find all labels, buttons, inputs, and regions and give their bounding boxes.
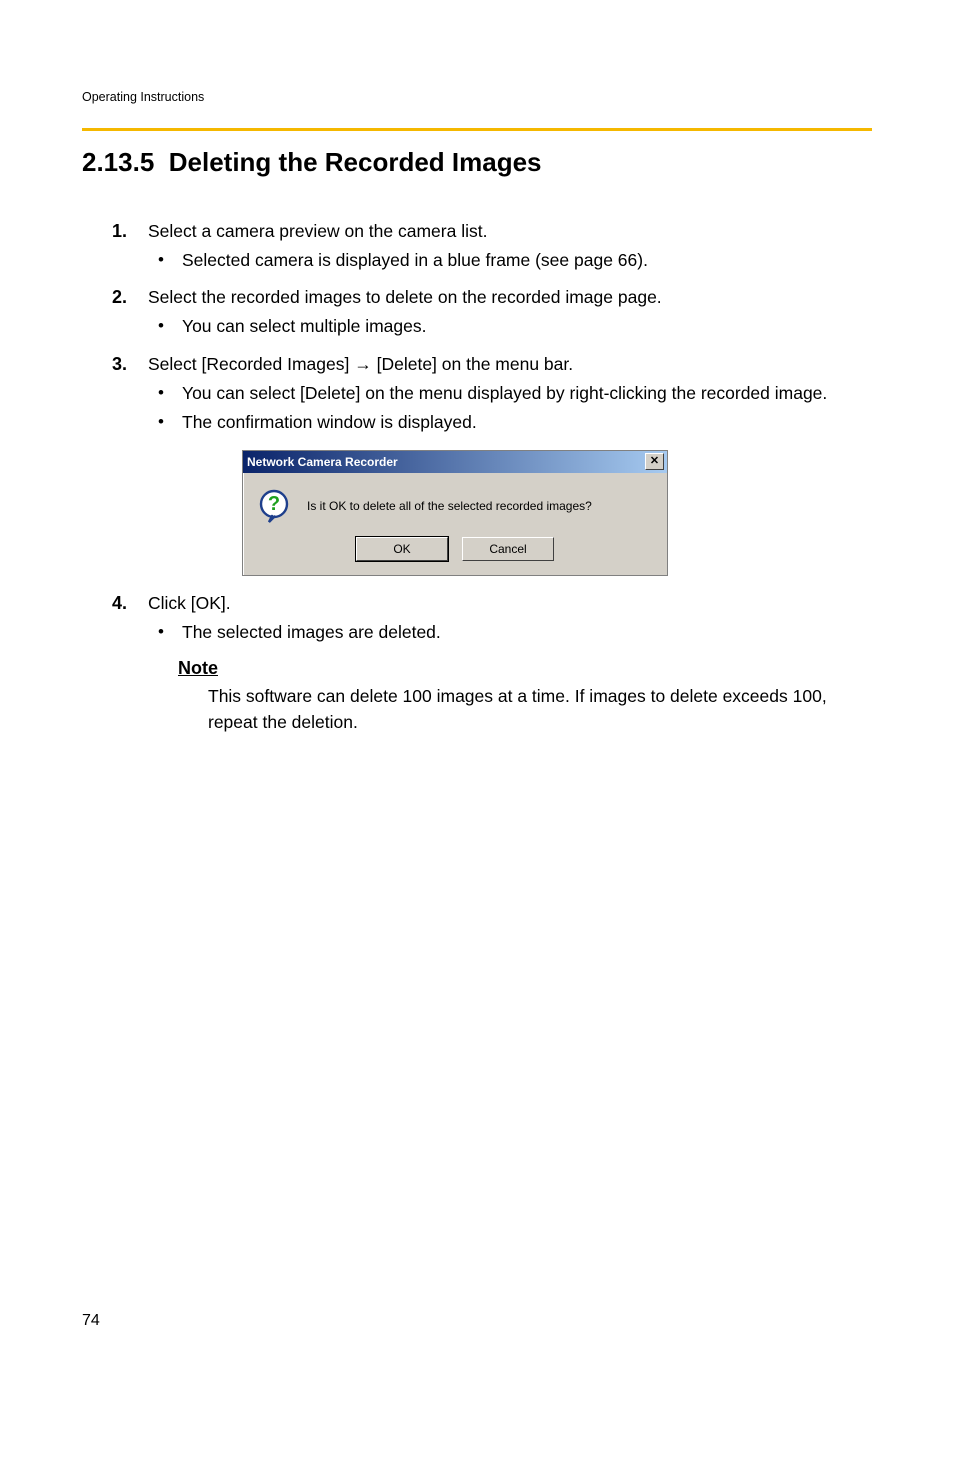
- note-body: This software can delete 100 images at a…: [208, 683, 852, 736]
- dialog-titlebar: Network Camera Recorder ✕: [243, 451, 667, 473]
- step: 1. Select a camera preview on the camera…: [112, 218, 872, 280]
- steps-list: 1. Select a camera preview on the camera…: [112, 218, 872, 736]
- list-item: The selected images are deleted.: [148, 619, 872, 646]
- step-text: Select [Recorded Images] → [Delete] on t…: [148, 351, 872, 378]
- step-number: 2.: [112, 284, 148, 311]
- svg-text:?: ?: [268, 493, 280, 515]
- step: 4. Click [OK]. The selected images are d…: [112, 590, 872, 652]
- dialog-message: Is it OK to delete all of the selected r…: [307, 499, 592, 513]
- step-number: 3.: [112, 351, 148, 378]
- confirmation-dialog: Network Camera Recorder ✕ ? Is: [242, 450, 872, 576]
- close-icon: ✕: [650, 456, 659, 467]
- arrow-icon: →: [354, 354, 372, 374]
- list-item: The confirmation window is displayed.: [148, 409, 872, 436]
- section-title-text: Deleting the Recorded Images: [169, 147, 542, 177]
- step-number: 4.: [112, 590, 148, 617]
- step: 2. Select the recorded images to delete …: [112, 284, 872, 346]
- question-icon: ?: [257, 489, 291, 523]
- list-item: Selected camera is displayed in a blue f…: [148, 247, 872, 274]
- step-text: Select the recorded images to delete on …: [148, 284, 872, 311]
- step-number: 1.: [112, 218, 148, 245]
- page-number: 74: [82, 1312, 100, 1330]
- close-button[interactable]: ✕: [645, 453, 664, 470]
- step-text: Select a camera preview on the camera li…: [148, 218, 872, 245]
- cancel-button[interactable]: Cancel: [462, 537, 554, 561]
- list-item: You can select [Delete] on the menu disp…: [148, 380, 872, 407]
- step-text: Click [OK].: [148, 590, 872, 617]
- section-number: 2.13.5: [82, 147, 154, 177]
- running-header: Operating Instructions: [82, 90, 872, 110]
- header-rule: [82, 128, 872, 131]
- list-item: You can select multiple images.: [148, 313, 872, 340]
- step: 3. Select [Recorded Images] → [Delete] o…: [112, 351, 872, 442]
- dialog-title: Network Camera Recorder: [247, 455, 398, 469]
- ok-button[interactable]: OK: [356, 537, 448, 561]
- section-title: 2.13.5 Deleting the Recorded Images: [82, 147, 872, 178]
- note-heading: Note: [178, 658, 872, 679]
